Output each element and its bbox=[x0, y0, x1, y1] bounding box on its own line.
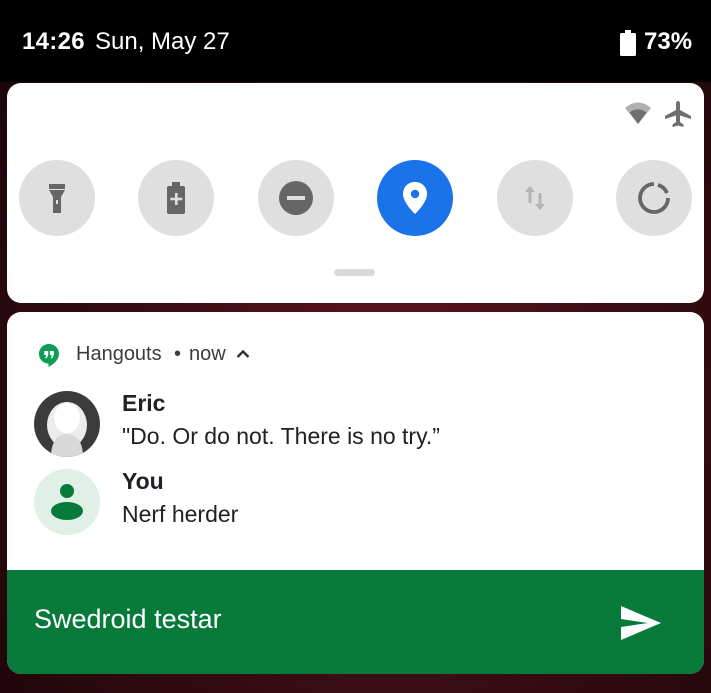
wifi-icon bbox=[625, 102, 651, 124]
status-bar: 14:26 Sun, May 27 73% bbox=[0, 0, 711, 82]
mobile-data-icon bbox=[525, 186, 545, 210]
battery-percentage: 73% bbox=[644, 28, 693, 55]
reply-bar: Swedroid testar bbox=[7, 570, 704, 674]
person-photo-avatar bbox=[34, 391, 100, 457]
hangouts-icon bbox=[39, 344, 59, 367]
chevron-up-icon[interactable] bbox=[234, 345, 252, 363]
airplane-mode-icon bbox=[665, 101, 691, 127]
status-time: 14:26 bbox=[22, 28, 85, 55]
message-item: Eric "Do. Or do not. There is no try.” bbox=[7, 390, 704, 466]
message-sender: Eric bbox=[122, 390, 166, 416]
notification-time: now bbox=[189, 343, 226, 365]
reply-input[interactable]: Swedroid testar bbox=[34, 604, 222, 635]
message-sender: You bbox=[122, 468, 164, 494]
message-text: "Do. Or do not. There is no try.” bbox=[122, 423, 440, 449]
notification-header[interactable]: Hangouts • now bbox=[7, 312, 704, 388]
do-not-disturb-tile[interactable] bbox=[258, 160, 334, 236]
notification-app-name: Hangouts bbox=[76, 343, 162, 365]
auto-rotate-tile[interactable] bbox=[616, 160, 692, 236]
send-icon[interactable] bbox=[619, 603, 663, 643]
battery-saver-tile[interactable] bbox=[138, 160, 214, 236]
battery-saver-icon bbox=[167, 182, 185, 214]
message-item: You Nerf herder bbox=[7, 468, 704, 544]
location-icon bbox=[403, 182, 427, 214]
status-date: Sun, May 27 bbox=[95, 28, 230, 55]
header-separator: • bbox=[174, 343, 182, 365]
battery-icon bbox=[620, 30, 636, 56]
message-text: Nerf herder bbox=[122, 501, 239, 527]
flashlight-icon bbox=[49, 184, 65, 213]
do-not-disturb-icon bbox=[279, 181, 313, 215]
panel-drag-handle[interactable] bbox=[334, 269, 375, 276]
location-tile[interactable] bbox=[377, 160, 453, 236]
mobile-data-tile[interactable] bbox=[497, 160, 573, 236]
person-icon bbox=[34, 469, 100, 535]
auto-rotate-icon bbox=[638, 182, 670, 214]
quick-settings-panel bbox=[7, 83, 704, 303]
flashlight-tile[interactable] bbox=[19, 160, 95, 236]
hangouts-notification[interactable]: Hangouts • now Eric "Do. Or do not. Ther… bbox=[7, 312, 704, 674]
